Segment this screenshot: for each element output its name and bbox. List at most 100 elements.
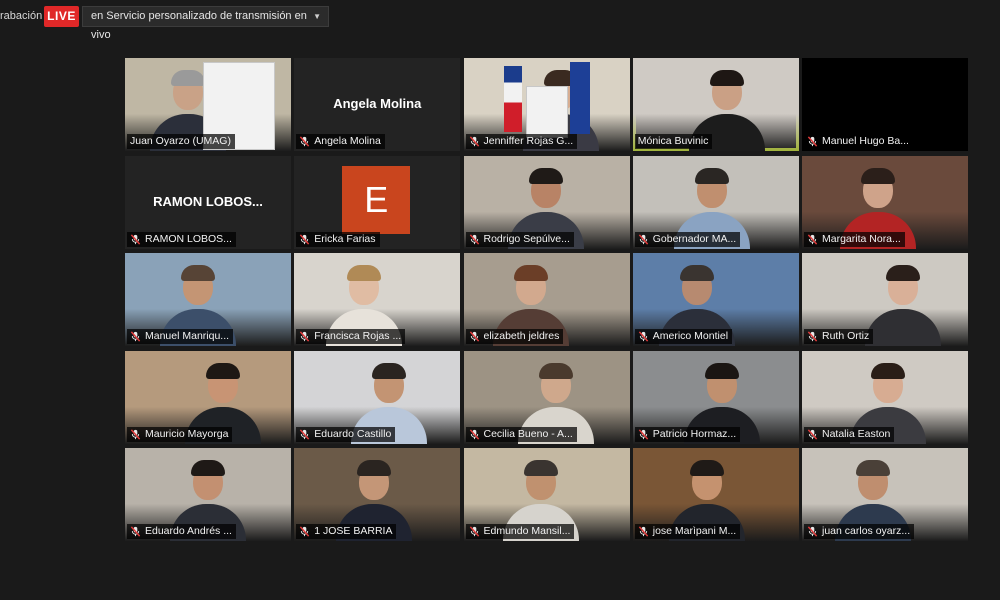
participant-tile[interactable]: RAMON LOBOS... RAMON LOBOS... (125, 155, 291, 249)
participant-name-tag: Gobernador MA... (634, 231, 741, 247)
participant-tile[interactable]: Patricio Hormaz... (632, 350, 799, 444)
meeting-toolbar: rabación LIVE en Servicio personalizado … (0, 0, 1000, 41)
mic-muted-icon (469, 233, 480, 245)
participant-tile[interactable]: Natalia Easton (802, 350, 968, 444)
person-hair (528, 167, 563, 184)
participant-tile[interactable]: Mauricio Mayorga (125, 350, 291, 444)
document-prop (525, 86, 568, 138)
participant-tile[interactable]: E Ericka Farias (294, 155, 461, 249)
mic-muted-icon (299, 428, 310, 440)
participant-tile[interactable]: jose Marìpani M... (632, 448, 799, 541)
flag-prop (569, 62, 590, 134)
participant-tile[interactable]: juan carlos oyarz... (802, 448, 968, 541)
participant-name: Jenniffer Rojas G... (483, 135, 574, 147)
person-hair (689, 460, 724, 476)
person-hair (886, 265, 920, 281)
mic-muted-icon (469, 331, 480, 342)
participant-name: Manuel Manriqu... (145, 330, 230, 342)
participant-tile[interactable]: Jenniffer Rojas G... (463, 58, 630, 151)
participant-tile[interactable]: Manuel Manriqu... (125, 253, 291, 346)
person-hair (538, 362, 573, 379)
participant-name: Mauricio Mayorga (145, 427, 229, 440)
person-hair (181, 265, 215, 281)
participant-name: Ericka Farias (314, 232, 376, 245)
participant-name-tag: Eduardo Castillo (296, 426, 396, 442)
participant-tile[interactable]: Ruth Ortiz (802, 253, 968, 346)
participant-name-tag: Manuel Manriqu... (127, 329, 234, 344)
participant-name-tag: Eduardo Andrés ... (127, 524, 236, 539)
participant-name-tag: jose Marìpani M... (634, 524, 741, 539)
mic-muted-icon (299, 233, 310, 245)
participant-tile[interactable]: Margarita Nora... (802, 155, 968, 249)
participant-tile[interactable]: Francisca Rojas ... (294, 253, 461, 346)
mic-muted-icon (638, 526, 649, 537)
participant-name-tag: juan carlos oyarz... (804, 524, 915, 539)
participant-tile[interactable]: Manuel Hugo Ba... (802, 58, 968, 151)
flag-prop (503, 66, 522, 132)
participant-name: juan carlos oyarz... (822, 525, 911, 537)
participant-tile[interactable]: Juan Oyarzo (UMAG) (125, 58, 291, 151)
mic-muted-icon (807, 331, 818, 342)
participant-name: Margarita Nora... (822, 232, 901, 245)
person-hair (861, 167, 895, 184)
participant-name-tag: Francisca Rojas ... (296, 329, 406, 344)
participant-name: Natalia Easton (822, 427, 891, 440)
participant-tile[interactable]: Cecilia Bueno - A... (463, 350, 630, 444)
participant-tile[interactable]: Rodrigo Sepúlve... (463, 155, 630, 249)
participant-name-tag: elizabeth jeldres (465, 329, 564, 344)
mic-muted-icon (807, 526, 818, 537)
person-hair (191, 460, 225, 476)
stream-service-label: en Servicio personalizado de transmisión… (91, 10, 307, 41)
participant-tile[interactable]: Gobernador MA... (632, 155, 799, 249)
participant-name: RAMON LOBOS... (145, 232, 232, 245)
participant-display-name: RAMON LOBOS... (153, 193, 263, 209)
person-hair (709, 70, 744, 86)
participant-tile[interactable]: Eduardo Andrés ... (125, 448, 291, 541)
participant-name-tag: 1 JOSE BARRIA (296, 524, 397, 539)
participant-name: Eduardo Castillo (314, 427, 392, 440)
mic-muted-icon (130, 233, 141, 245)
participant-name-tag: Cecilia Bueno - A... (465, 426, 577, 442)
participant-name: Juan Oyarzo (UMAG) (130, 135, 231, 147)
mic-muted-icon (638, 331, 649, 342)
chevron-down-icon: ▼ (313, 12, 321, 21)
participant-name: Patricio Hormaz... (652, 427, 737, 440)
participant-name: Ruth Ortiz (822, 330, 870, 342)
participant-name-tag: RAMON LOBOS... (127, 231, 236, 247)
participant-name: Angela Molina (314, 135, 381, 147)
mic-muted-icon (638, 233, 649, 245)
person-hair (856, 460, 890, 476)
participant-name: Manuel Hugo Ba... (822, 135, 909, 147)
participant-name: Cecilia Bueno - A... (483, 427, 573, 440)
participant-tile[interactable]: Eduardo Castillo (294, 350, 461, 444)
mic-muted-icon (299, 526, 310, 537)
person-hair (871, 362, 905, 379)
person-hair (679, 265, 714, 281)
person-hair (694, 167, 729, 184)
recording-label: rabación (0, 10, 43, 22)
participant-tile[interactable]: Mónica Buvinic (632, 58, 799, 151)
live-badge[interactable]: LIVE (44, 6, 79, 27)
mic-muted-icon (130, 331, 141, 342)
participant-name-tag: Margarita Nora... (804, 231, 905, 247)
person-hair (206, 362, 240, 379)
participant-name-tag: Manuel Hugo Ba... (804, 134, 913, 149)
mic-muted-icon (807, 428, 818, 440)
mic-muted-icon (807, 136, 818, 147)
participant-display-name: Angela Molina (333, 96, 422, 111)
avatar: E (342, 165, 411, 234)
participant-tile[interactable]: Edmundo Mansil... (463, 448, 630, 541)
participant-tile[interactable]: Angela Molina Angela Molina (294, 58, 461, 151)
participant-name: Edmundo Mansil... (483, 525, 571, 537)
participant-name-tag: Natalia Easton (804, 426, 895, 442)
participant-name: Francisca Rojas ... (314, 330, 402, 342)
participant-tile[interactable]: 1 JOSE BARRIA (294, 448, 461, 541)
participant-tile[interactable]: Americo Montiel (632, 253, 799, 346)
participant-name-tag: Ruth Ortiz (804, 329, 874, 344)
mic-muted-icon (130, 428, 141, 440)
stream-service-select[interactable]: en Servicio personalizado de transmisión… (82, 6, 329, 41)
mic-muted-icon (299, 136, 310, 147)
mic-muted-icon (807, 233, 818, 245)
participant-name-tag: Mónica Buvinic (634, 134, 713, 149)
participant-tile[interactable]: elizabeth jeldres (463, 253, 630, 346)
